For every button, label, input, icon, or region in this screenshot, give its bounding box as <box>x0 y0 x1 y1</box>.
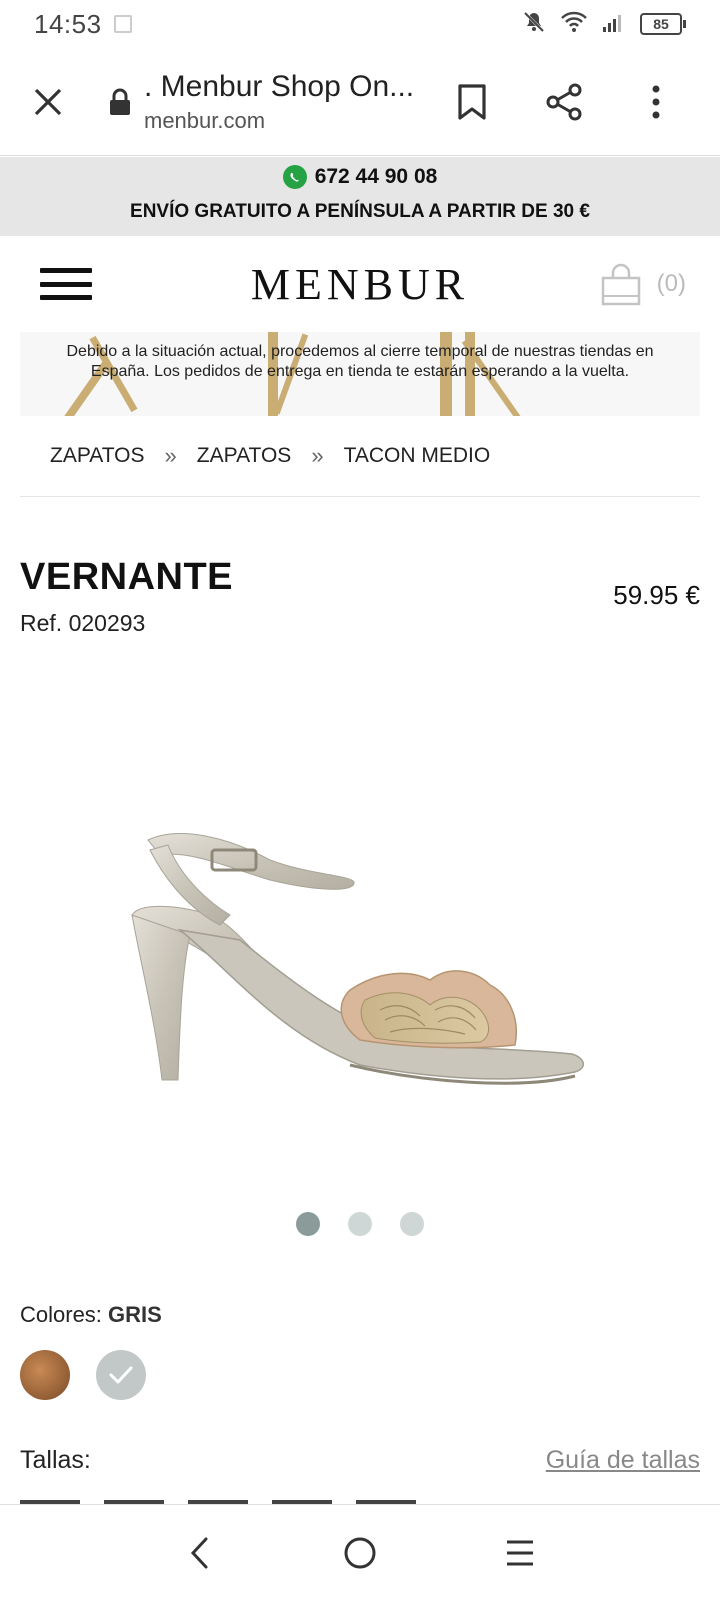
breadcrumb-item[interactable]: TACON MEDIO <box>344 444 491 468</box>
breadcrumb-item[interactable]: ZAPATOS <box>50 444 145 468</box>
signal-icon <box>602 11 626 38</box>
back-button[interactable] <box>170 1523 230 1583</box>
shopping-bag-icon <box>601 263 640 306</box>
page-domain: menbur.com <box>144 107 266 133</box>
phone-number: 672 44 90 08 <box>314 165 438 188</box>
menu-button[interactable] <box>40 264 92 304</box>
image-carousel-dots <box>0 1212 720 1236</box>
site-header: MENBUR (0) <box>0 236 720 332</box>
breadcrumb-item[interactable]: ZAPATOS <box>197 444 292 468</box>
home-button[interactable] <box>330 1523 390 1583</box>
share-button[interactable] <box>540 78 588 126</box>
promo-strip: 672 44 90 08 ENVÍO GRATUITO A PENÍNSULA … <box>0 157 720 236</box>
close-tab-button[interactable] <box>20 74 76 130</box>
breadcrumb: ZAPATOS » ZAPATOS » TACON MEDIO <box>50 436 490 476</box>
browser-toolbar: . Menbur Shop On... menbur.com <box>0 48 720 156</box>
store-closure-banner[interactable]: Debido a la situación actual, procedemos… <box>20 332 700 416</box>
check-icon <box>109 1366 133 1384</box>
home-circle-icon <box>344 1537 376 1568</box>
close-icon <box>34 88 62 115</box>
system-nav-bar <box>0 1504 720 1600</box>
product-ref: Ref. 020293 <box>20 610 146 636</box>
size-guide-link[interactable]: Guía de tallas <box>546 1446 700 1475</box>
battery-level: 85 <box>640 13 682 35</box>
color-swatch-brown[interactable] <box>20 1350 70 1400</box>
color-swatches <box>20 1350 146 1400</box>
product-name: VERNANTE <box>20 556 234 598</box>
divider <box>20 496 700 497</box>
cart-button[interactable]: (0) <box>599 262 686 306</box>
image-notification-icon <box>113 15 132 33</box>
whatsapp-icon <box>282 165 307 189</box>
color-swatch-gris[interactable] <box>96 1350 146 1400</box>
mute-icon <box>522 10 546 39</box>
more-vertical-icon <box>652 85 660 118</box>
page-title: . Menbur Shop On... <box>144 69 415 103</box>
recents-button[interactable] <box>490 1523 550 1583</box>
colors-label-text: Colores: <box>20 1302 102 1327</box>
share-icon <box>546 83 582 120</box>
selected-color: GRIS <box>108 1302 162 1327</box>
breadcrumb-separator: » <box>164 443 177 468</box>
product-image[interactable] <box>120 820 600 1120</box>
bookmark-button[interactable] <box>448 78 496 126</box>
breadcrumb-separator: » <box>311 443 324 468</box>
colors-label: Colores: GRIS <box>20 1302 162 1328</box>
carousel-dot[interactable] <box>400 1212 424 1236</box>
more-options-button[interactable] <box>632 78 680 126</box>
carousel-dot[interactable] <box>348 1212 372 1236</box>
status-bar: 14:53 85 <box>0 0 720 48</box>
free-shipping-text: ENVÍO GRATUITO A PENÍNSULA A PARTIR DE 3… <box>130 201 590 222</box>
phone-line[interactable]: 672 44 90 08 <box>0 165 720 189</box>
carousel-dot[interactable] <box>296 1212 320 1236</box>
product-price: 59.95 € <box>613 580 700 610</box>
wifi-icon <box>560 10 588 39</box>
back-chevron-icon <box>190 1537 208 1568</box>
url-area[interactable]: . Menbur Shop On... menbur.com <box>144 70 434 134</box>
recents-icon <box>507 1540 533 1565</box>
status-time: 14:53 <box>34 8 102 39</box>
bookmark-icon <box>458 83 486 120</box>
lock-icon <box>108 87 132 117</box>
battery-icon: 85 <box>640 13 686 35</box>
notice-text: Debido a la situación actual, procedemos… <box>66 343 654 380</box>
status-icons: 85 <box>522 10 686 39</box>
hamburger-icon <box>40 268 92 273</box>
sizes-label: Tallas: <box>20 1446 91 1474</box>
cart-count: (0) <box>656 270 686 297</box>
